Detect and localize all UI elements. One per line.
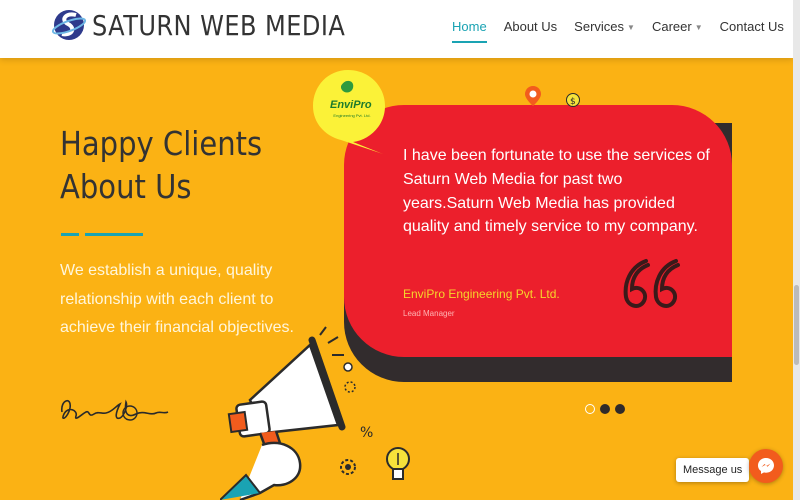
scrollbar-thumb[interactable] — [794, 285, 799, 365]
client-logo-subtitle: Engineering Pvt. Ltd. — [333, 113, 371, 118]
svg-text:$: $ — [570, 97, 576, 107]
chevron-down-icon: ▼ — [627, 23, 635, 33]
chevron-down-icon: ▼ — [694, 23, 703, 33]
gear-icon — [340, 459, 356, 475]
quote-icon — [623, 259, 680, 308]
carousel-dots — [585, 404, 630, 414]
main-nav: Home About Us Services ▼ Career ▼ Contact … — [452, 19, 800, 43]
section-title: Happy Clients About Us — [60, 122, 262, 208]
testimonial-quote: I have been fortunate to use the service… — [403, 147, 710, 236]
location-pin-icon — [525, 86, 541, 106]
nav-career[interactable]: Career ▼ — [652, 19, 703, 34]
nav-services[interactable]: Services ▼ — [574, 19, 635, 34]
testimonial-client-role: Lead Manager — [403, 309, 455, 318]
testimonial-card: I have been fortunate to use the service… — [344, 105, 732, 357]
lightbulb-icon — [386, 447, 410, 480]
site-header: SATURN WEB MEDIA Home About Us Services ▼… — [0, 0, 793, 58]
carousel-dot-3[interactable] — [615, 404, 625, 414]
messenger-button[interactable] — [749, 449, 783, 483]
nav-home[interactable]: Home — [452, 19, 487, 43]
carousel-dot-1[interactable] — [585, 404, 595, 414]
signature-image — [61, 399, 169, 421]
brand-logo[interactable]: SATURN WEB MEDIA — [52, 6, 386, 44]
megaphone-icon — [220, 336, 346, 500]
section-title-line-1: Happy Clients — [60, 124, 263, 163]
dollar-icon: $ — [566, 93, 580, 107]
percent-icon: % — [360, 425, 373, 441]
nav-contact-us[interactable]: Contact Us — [720, 19, 784, 34]
title-underline-short — [61, 233, 79, 236]
carousel-dot-2[interactable] — [600, 404, 610, 414]
section-title-line-2: About Us — [60, 167, 192, 206]
messenger-icon — [758, 458, 774, 474]
client-logo-title: EnviPro — [330, 99, 372, 111]
message-us-label[interactable]: Message us — [676, 458, 750, 482]
testimonial-client-name: EnviPro Engineering Pvt. Ltd. — [403, 287, 560, 301]
page-scrollbar[interactable] — [793, 0, 800, 500]
title-underline-long — [85, 233, 143, 236]
nav-about-us[interactable]: About Us — [504, 19, 557, 34]
svg-text:%: % — [360, 425, 373, 441]
brand-name: SATURN WEB MEDIA — [92, 8, 346, 42]
saturn-logo-icon — [52, 10, 86, 40]
client-logo-bubble — [313, 70, 385, 154]
